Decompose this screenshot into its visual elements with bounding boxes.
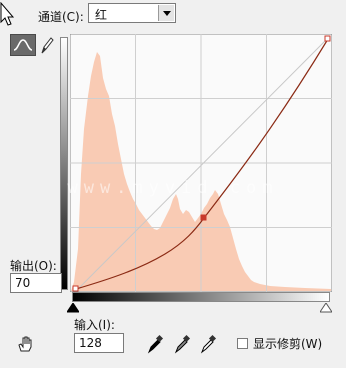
channel-select-value: 红 <box>95 8 108 22</box>
curve-endpoint-white[interactable] <box>324 35 331 42</box>
chevron-down-icon[interactable] <box>158 5 174 21</box>
output-label: 输出(O): <box>10 259 57 273</box>
curve-control-point[interactable] <box>200 214 207 221</box>
input-field[interactable]: 128 <box>74 333 124 353</box>
channel-select[interactable]: 红 <box>88 3 176 23</box>
black-eyedropper-icon[interactable] <box>146 334 164 354</box>
hand-icon[interactable] <box>16 334 36 354</box>
show-clipping-label: 显示修剪(W) <box>253 337 323 351</box>
black-point-slider[interactable] <box>67 303 79 313</box>
input-gradient-bar <box>72 292 330 302</box>
output-gradient-bar <box>60 37 68 290</box>
input-label: 输入(I): <box>74 318 115 332</box>
curve-tool-icon <box>13 39 33 51</box>
show-clipping-checkbox[interactable] <box>237 338 248 349</box>
white-point-slider[interactable] <box>320 303 332 313</box>
pencil-icon <box>41 37 54 54</box>
cursor-arrow-icon <box>0 2 15 26</box>
curve-endpoint-black[interactable] <box>72 285 79 292</box>
channel-label: 通道(C): <box>38 10 84 24</box>
output-field[interactable]: 70 <box>10 273 62 293</box>
curve-tool-button[interactable] <box>10 34 36 56</box>
gray-eyedropper-icon[interactable] <box>173 334 191 354</box>
curve-graph[interactable] <box>70 34 332 292</box>
pencil-tool-button[interactable] <box>38 34 56 56</box>
watermark: www.myvid.com <box>67 178 279 198</box>
white-eyedropper-icon[interactable] <box>199 334 217 354</box>
